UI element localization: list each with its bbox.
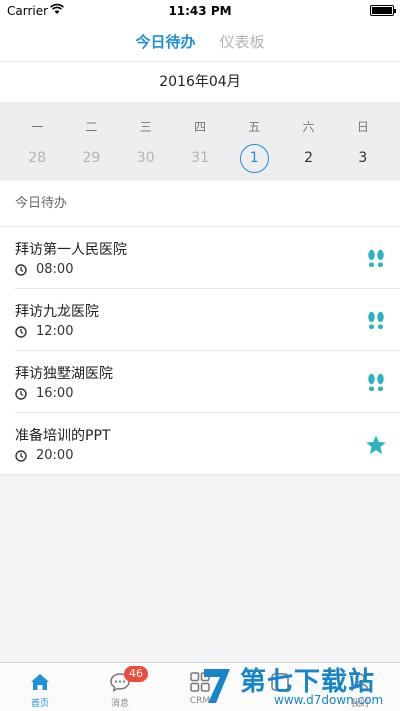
todo-time: 16:00 [36,386,74,401]
unread-badge: 46 [124,666,148,682]
week-calendar: 一 二 三 四 五 六 日 28 29 30 31 1 2 3 [0,102,400,180]
todo-item[interactable]: 拜访独墅湖医院 16:00 [0,351,400,413]
row-divider [0,474,400,475]
todo-title: 拜访独墅湖医院 [15,366,113,382]
star-icon[interactable] [364,433,388,457]
battery-fill [372,7,392,14]
todo-item[interactable]: 拜访九龙医院 12:00 [0,289,400,351]
todo-time-row: 16:00 [15,386,73,401]
tab-label: 消息 [110,699,129,709]
weekday-label: 二 [85,120,98,134]
date-cell[interactable]: 28 [10,143,64,173]
battery-icon [370,5,396,16]
date-row: 28 29 30 31 1 2 3 [10,143,390,173]
todo-title: 拜访九龙医院 [15,304,99,320]
weekday-label: 五 [248,120,261,134]
todo-item[interactable]: 拜访第一人民医院 08:00 [0,227,400,289]
date-cell[interactable]: 2 [281,143,335,173]
date-cell[interactable]: 31 [173,143,227,173]
top-tab-bar: 今日待办 仪表板 [0,22,400,62]
weekday-label: 一 [31,120,44,134]
clock-icon [15,387,27,400]
weekday-label: 六 [302,120,315,134]
date-cell[interactable]: 30 [119,143,173,173]
today-ring: 1 [239,144,269,173]
d7-logo-icon [204,669,230,703]
todo-time: 08:00 [36,262,74,277]
weekday-label: 日 [356,120,369,134]
weekday-label: 三 [139,120,152,134]
tab-home[interactable]: 首页 [0,663,80,711]
todo-time-row: 08:00 [15,262,73,277]
date-cell[interactable]: 29 [64,143,118,173]
status-bar: Carrier 11:43 PM [0,0,400,22]
date-cell-today[interactable]: 1 [227,143,281,173]
todo-time: 20:00 [36,448,74,463]
weekday-label: 四 [193,120,206,134]
home-icon [31,674,49,690]
watermark-logo: 第七下载站 www.d7down.com [200,661,396,709]
tab-dashboard[interactable]: 仪表板 [220,31,265,52]
todo-title: 拜访第一人民医院 [15,242,127,258]
tab-messages[interactable]: 46 消息 [80,663,160,711]
todo-time-row: 12:00 [15,324,73,339]
month-label[interactable]: 2016年04月 [0,62,400,102]
todo-section-title: 今日待办 [0,181,400,227]
footprints-icon[interactable] [364,247,388,271]
tab-label: 首页 [30,699,49,709]
weekday-header: 一 二 三 四 五 六 日 [10,118,390,135]
tab-today-todo[interactable]: 今日待办 [135,31,195,52]
footprints-icon[interactable] [364,309,388,333]
todo-list: 拜访第一人民医院 08:00 拜访九龙医院 12:00 拜访独墅湖医院 16:0… [0,227,400,475]
clock-icon [15,325,27,338]
todo-time-row: 20:00 [15,448,73,463]
clock-icon [15,449,27,462]
clock-time: 11:43 PM [168,4,232,18]
todo-item[interactable]: 准备培训的PPT 20:00 [0,413,400,475]
date-cell[interactable]: 3 [336,143,390,173]
watermark-url: www.d7down.com [274,693,384,707]
todo-time: 12:00 [36,324,74,339]
footprints-icon[interactable] [364,371,388,395]
todo-title: 准备培训的PPT [15,428,111,444]
clock-icon [15,263,27,276]
